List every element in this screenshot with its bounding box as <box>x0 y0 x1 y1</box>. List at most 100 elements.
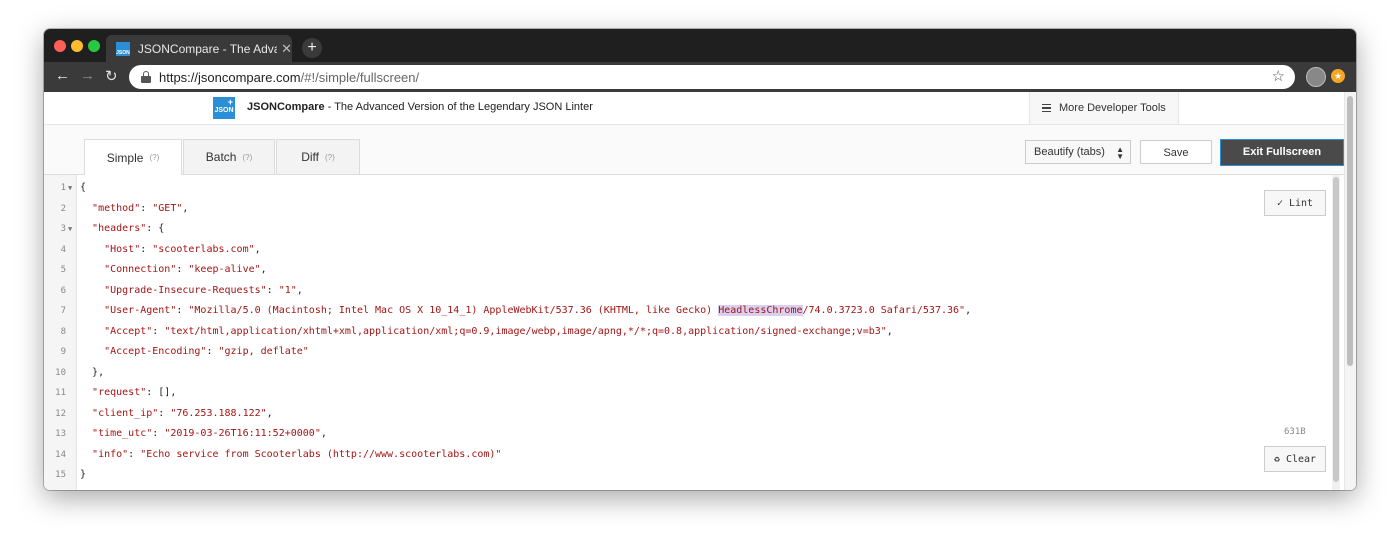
json-punct: { <box>80 182 87 193</box>
search-highlight: HeadlessChrome <box>718 305 803 316</box>
json-sep: : <box>146 223 159 234</box>
code-text: "time_utc": "2019-03-26T16:11:52+0000", <box>80 424 327 444</box>
code-text: "headers": { <box>80 219 164 239</box>
json-value-after: /74.0.3723.0 Safari/537.36" <box>802 305 966 316</box>
site-title: JSONCompare - The Advanced Version of th… <box>247 101 593 113</box>
code-text: "User-Agent": "Mozilla/5.0 (Macintosh; I… <box>80 301 971 321</box>
json-sep: : <box>140 243 153 255</box>
url-path: /#!/simple/fullscreen/ <box>300 69 420 85</box>
maximize-window-button[interactable] <box>88 40 100 52</box>
profile-avatar[interactable] <box>1306 67 1326 87</box>
browser-tab-title: JSONCompare - The Advanced <box>137 41 277 56</box>
json-sep: : <box>158 407 171 419</box>
json-key: "Upgrade-Insecure-Requests" <box>104 284 267 296</box>
json-key: "Accept-Encoding" <box>104 346 207 357</box>
browser-window: JSON JSONCompare - The Advanced ✕ + ← → … <box>44 29 1356 490</box>
json-logo-icon[interactable]: + JSON <box>213 97 235 119</box>
tab-diff[interactable]: Diff (?) <box>276 139 360 174</box>
json-editor[interactable]: 1 ▼{2 "method": "GET", 3 ▼ "headers": {4 "H… <box>44 175 1344 490</box>
json-value: "gzip, deflate" <box>218 346 309 357</box>
url-text: https://jsoncompare.com/#!/simple/fullsc… <box>159 70 419 85</box>
line-number: 13 <box>55 429 66 439</box>
line-number: 4 <box>60 244 66 255</box>
json-sep: : <box>152 325 165 337</box>
browser-tab[interactable]: JSON JSONCompare - The Advanced ✕ <box>106 35 292 62</box>
save-button[interactable]: Save <box>1140 140 1212 164</box>
back-arrow-icon[interactable]: ← <box>55 67 70 84</box>
clear-button[interactable]: ♻ Clear <box>1264 446 1326 472</box>
json-sep: : <box>206 346 219 357</box>
exit-fullscreen-button[interactable]: Exit Fullscreen <box>1220 139 1344 166</box>
line-number: 15 <box>55 470 66 480</box>
json-key: "method" <box>92 202 141 214</box>
json-key: "Accept" <box>104 325 153 337</box>
json-sep: : <box>128 448 141 460</box>
new-tab-button[interactable]: + <box>302 38 322 58</box>
tab-close-icon[interactable]: ✕ <box>281 41 292 57</box>
line-number: 14 <box>55 449 66 460</box>
tab-diff-help[interactable]: (?) <box>325 153 335 162</box>
logo-text: JSON <box>214 107 234 114</box>
tab-batch-label: Batch <box>205 150 237 164</box>
line-number: 10 <box>55 367 66 378</box>
json-sep: : <box>176 264 189 275</box>
bookmark-star-icon[interactable]: ☆ <box>1272 67 1285 85</box>
tab-simple-help[interactable]: (?) <box>149 153 159 162</box>
code-text: "Accept-Encoding": "gzip, deflate" <box>80 342 309 362</box>
json-punct: , <box>296 284 303 296</box>
tab-batch[interactable]: Batch (?) <box>183 139 275 174</box>
json-punct: [], <box>158 387 177 398</box>
fold-arrow-icon[interactable]: ▼ <box>68 219 72 239</box>
mode-tabs-row: Simple (?) Batch (?) Diff (?) Beautify (tab… <box>44 125 1344 175</box>
line-number: 2 <box>60 203 66 214</box>
json-value: "Mozilla/5.0 (Macintosh; Intel Mac OS X … <box>188 305 719 316</box>
fold-arrow-icon[interactable]: ▼ <box>68 178 72 198</box>
json-key: "time_utc" <box>92 428 153 439</box>
format-select[interactable]: Beautify (tabs) ▲ ▼ <box>1025 140 1131 164</box>
code-text: } <box>80 465 86 485</box>
hamburger-icon <box>1042 102 1051 115</box>
site-tagline: - The Advanced Version of the Legendary … <box>324 101 593 113</box>
line-number: 7 <box>60 306 66 316</box>
code-text: }, <box>80 363 104 383</box>
json-key: "client_ip" <box>92 407 159 419</box>
close-window-button[interactable] <box>54 40 66 52</box>
code-text: "Connection": "keep-alive", <box>80 260 267 280</box>
json-favicon-icon: JSON <box>116 41 130 56</box>
content-size: 631B <box>1284 427 1306 437</box>
json-punct: , <box>182 202 189 214</box>
json-key: "Host" <box>104 243 141 255</box>
lock-icon <box>141 71 151 83</box>
json-key: "User-Agent" <box>104 305 177 316</box>
json-value: "text/html,application/xhtml+xml,applica… <box>164 325 887 337</box>
json-punct: , <box>965 305 972 316</box>
json-value: "scooterlabs.com" <box>152 243 255 255</box>
json-key: "headers" <box>92 223 147 234</box>
minimize-window-button[interactable] <box>71 40 83 52</box>
more-developer-tools-button[interactable]: More Developer Tools <box>1029 92 1179 124</box>
url-host: https://jsoncompare.com <box>159 69 301 85</box>
page-scrollbar-thumb[interactable] <box>1347 96 1353 366</box>
tab-simple[interactable]: Simple (?) <box>84 139 182 175</box>
lint-button[interactable]: ✓ Lint <box>1264 190 1326 216</box>
reload-icon[interactable]: ↻ <box>105 67 118 85</box>
code-text: "request": [], <box>80 383 176 403</box>
logo-plus: + <box>227 97 233 107</box>
forward-arrow-icon[interactable]: → <box>80 67 95 84</box>
address-bar[interactable]: https://jsoncompare.com/#!/simple/fullsc… <box>129 65 1295 89</box>
tab-batch-help[interactable]: (?) <box>242 153 252 162</box>
json-sep: : <box>152 428 165 439</box>
extension-icon[interactable]: ★ <box>1331 69 1345 83</box>
editor-scrollbar-thumb[interactable] <box>1333 177 1339 482</box>
site-brand: JSONCompare <box>247 101 325 113</box>
json-sep: : <box>140 202 153 214</box>
json-punct: , <box>254 243 261 255</box>
tab-simple-label: Simple <box>106 150 144 165</box>
